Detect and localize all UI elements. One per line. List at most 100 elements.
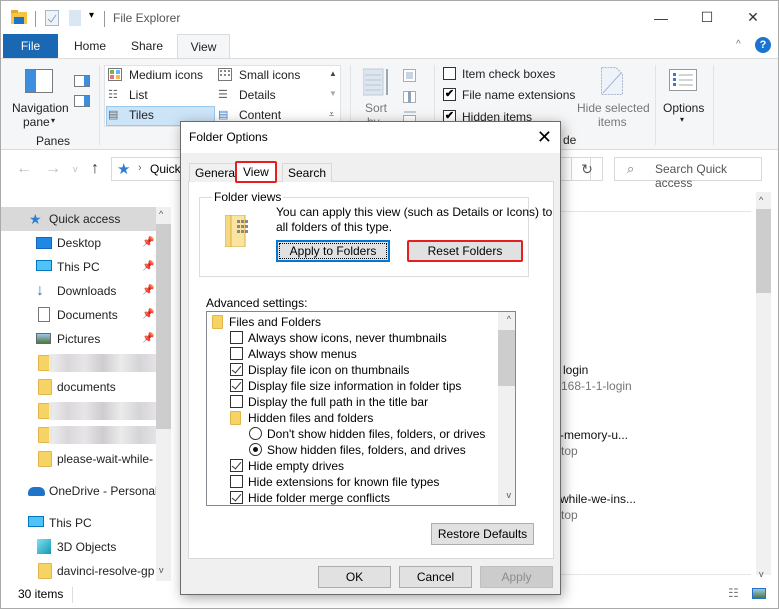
breadcrumb-quick-access[interactable]: Quick: [150, 162, 181, 176]
nav-item-desktop[interactable]: Desktop 📌: [1, 231, 156, 255]
properties-icon[interactable]: [45, 10, 59, 26]
scroll-down-icon[interactable]: v: [507, 490, 512, 500]
file-name-extensions-label[interactable]: File name extensions: [462, 88, 575, 102]
nav-item-blurred[interactable]: [1, 423, 157, 447]
navigation-pane-label-2[interactable]: pane: [23, 115, 50, 129]
navigation-pane-label[interactable]: Navigation: [12, 101, 69, 115]
nav-item-quick-access[interactable]: ★ Quick access: [1, 207, 156, 231]
advanced-settings-tree[interactable]: Files and Folders Always show icons, nev…: [206, 311, 516, 506]
checkbox[interactable]: [230, 347, 243, 360]
layout-small-icons[interactable]: Small icons: [239, 68, 300, 82]
pin-icon[interactable]: 📌: [142, 255, 154, 279]
hide-selected-label[interactable]: Hide selected: [577, 101, 650, 115]
nav-scrollbar-thumb[interactable]: [156, 224, 171, 429]
pin-icon[interactable]: 📌: [142, 279, 154, 303]
nav-item-documents[interactable]: Documents 📌: [1, 303, 156, 327]
layout-details[interactable]: Details: [239, 88, 276, 102]
nav-item-documents-folder[interactable]: documents: [1, 375, 156, 399]
tab-file[interactable]: File: [3, 34, 58, 58]
layout-list[interactable]: List: [129, 88, 148, 102]
nav-item-davinci[interactable]: davinci-resolve-gp: [1, 559, 156, 583]
navigation-pane-icon[interactable]: [25, 69, 53, 93]
help-icon[interactable]: ?: [755, 37, 771, 53]
apply-to-folders-button[interactable]: Apply to Folders: [276, 240, 390, 262]
group-by-icon[interactable]: [403, 69, 421, 83]
breadcrumb-chevron-icon[interactable]: ›: [138, 162, 142, 174]
tab-home[interactable]: Home: [66, 34, 114, 58]
nav-item-blurred[interactable]: [1, 351, 157, 375]
gallery-scroll-up-icon[interactable]: ▲: [329, 69, 337, 78]
options-label[interactable]: Options: [663, 101, 704, 115]
content-item-name[interactable]: while-we-ins...: [560, 492, 636, 506]
search-input[interactable]: ⌕ Search Quick access: [614, 157, 762, 190]
details-view-icon[interactable]: ☷: [728, 586, 739, 600]
content-item-name[interactable]: login: [563, 363, 588, 377]
tab-share[interactable]: Share: [123, 34, 171, 58]
layout-tiles[interactable]: Tiles: [129, 108, 154, 122]
preview-pane-icon[interactable]: [74, 75, 90, 87]
radio[interactable]: [249, 427, 262, 440]
content-item-name[interactable]: -memory-u...: [560, 428, 628, 442]
nav-item-pictures[interactable]: Pictures 📌: [1, 327, 156, 351]
checkbox[interactable]: [230, 331, 243, 344]
checkbox-checked[interactable]: [230, 379, 243, 392]
scroll-up-icon[interactable]: ^: [159, 209, 163, 219]
collapse-ribbon-icon[interactable]: ^: [736, 39, 741, 50]
checkbox[interactable]: [230, 475, 243, 488]
checkbox-checked[interactable]: [230, 363, 243, 376]
sort-by-label[interactable]: Sort: [365, 101, 387, 115]
close-button[interactable]: ✕: [730, 1, 776, 34]
options-dropdown-icon[interactable]: ▾: [680, 115, 684, 124]
tab-view[interactable]: View: [235, 161, 277, 183]
back-icon[interactable]: ←: [16, 160, 32, 178]
details-pane-icon[interactable]: [74, 95, 90, 107]
nav-item-3d-objects[interactable]: 3D Objects: [1, 535, 156, 559]
up-icon[interactable]: ↑: [91, 160, 99, 178]
nav-item-onedrive[interactable]: OneDrive - Personal: [1, 479, 158, 503]
pin-icon[interactable]: 📌: [142, 303, 154, 327]
forward-icon[interactable]: →: [45, 160, 61, 178]
radio-selected[interactable]: [249, 443, 262, 456]
item-check-boxes-label[interactable]: Item check boxes: [462, 67, 555, 81]
new-folder-icon[interactable]: [69, 10, 81, 26]
scroll-down-icon[interactable]: v: [159, 565, 164, 575]
scroll-up-icon[interactable]: ^: [507, 314, 511, 324]
file-name-extensions-checkbox[interactable]: ✔: [443, 88, 456, 101]
cancel-button[interactable]: Cancel: [399, 566, 472, 588]
large-icons-view-icon[interactable]: [752, 588, 766, 599]
scroll-down-icon[interactable]: v: [759, 569, 764, 579]
checkbox[interactable]: [230, 395, 243, 408]
pin-icon[interactable]: 📌: [142, 231, 154, 255]
nav-item-this-pc[interactable]: This PC 📌: [1, 255, 156, 279]
gallery-scroll-down-icon[interactable]: ▼: [329, 89, 337, 98]
nav-item-this-pc-root[interactable]: This PC: [1, 511, 156, 535]
tree-scrollbar-thumb[interactable]: [498, 330, 515, 386]
tab-search[interactable]: Search: [282, 163, 333, 182]
checkbox-checked[interactable]: [230, 459, 243, 472]
maximize-button[interactable]: ☐: [684, 1, 730, 34]
minimize-button[interactable]: —: [638, 1, 684, 34]
restore-defaults-button[interactable]: Restore Defaults: [431, 523, 534, 545]
sort-by-icon[interactable]: [363, 67, 391, 97]
apply-button[interactable]: Apply: [480, 566, 553, 588]
add-columns-icon[interactable]: [403, 89, 421, 103]
refresh-button[interactable]: ↻: [571, 157, 603, 181]
nav-item-blurred[interactable]: [1, 399, 157, 423]
ok-button[interactable]: OK: [318, 566, 391, 588]
nav-item-please-wait[interactable]: please-wait-while-: [1, 447, 156, 471]
layout-medium-icons[interactable]: Medium icons: [129, 68, 203, 82]
gallery-expand-icon[interactable]: ⩡: [329, 109, 334, 120]
nav-item-downloads[interactable]: ↓ Downloads 📌: [1, 279, 156, 303]
layout-content[interactable]: Content: [239, 108, 281, 122]
hide-selected-label-2[interactable]: items: [598, 115, 627, 129]
recent-locations-icon[interactable]: v: [73, 164, 78, 174]
customize-toolbar-icon[interactable]: ▾: [89, 10, 94, 21]
checkbox-checked[interactable]: [230, 491, 243, 504]
dialog-close-icon[interactable]: ✕: [537, 127, 552, 147]
tab-view[interactable]: View: [177, 34, 230, 59]
scroll-up-icon[interactable]: ^: [759, 195, 763, 205]
options-icon[interactable]: [669, 69, 697, 91]
pin-icon[interactable]: 📌: [142, 327, 154, 351]
reset-folders-button[interactable]: Reset Folders: [407, 240, 523, 262]
item-check-boxes-checkbox[interactable]: [443, 67, 456, 80]
